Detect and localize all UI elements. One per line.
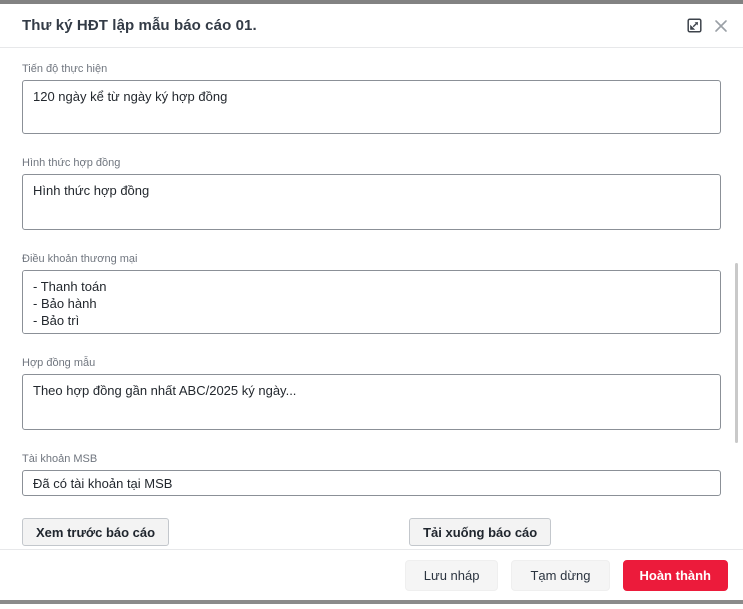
report-modal: Thư ký HĐT lập mẫu báo cáo 01. Tiến độ t… xyxy=(0,4,743,600)
field-commercial-terms: Điều khoản thương mại - Thanh toán - Bảo… xyxy=(22,252,721,334)
background-page-bottom-strip xyxy=(0,600,743,604)
field-commercial-terms-textarea[interactable]: - Thanh toán - Bảo hành - Bảo trì xyxy=(22,270,721,334)
modal-footer: Lưu nháp Tạm dừng Hoàn thành xyxy=(0,549,743,600)
download-report-button[interactable]: Tải xuống báo cáo xyxy=(409,518,551,546)
field-progress-textarea[interactable]: 120 ngày kể từ ngày ký hợp đồng xyxy=(22,80,721,134)
field-contract-form-label: Hình thức hợp đồng xyxy=(22,156,721,170)
modal-header-icons xyxy=(686,18,729,34)
field-contract-template: Hợp đồng mẫu Theo hợp đồng gần nhất ABC/… xyxy=(22,356,721,430)
field-msb-account: Tài khoản MSB xyxy=(22,452,721,496)
field-contract-form: Hình thức hợp đồng Hình thức hợp đồng xyxy=(22,156,721,230)
report-action-row: Xem trước báo cáo Tải xuống báo cáo xyxy=(22,518,721,546)
field-progress-label: Tiến độ thực hiện xyxy=(22,62,721,76)
field-msb-account-input[interactable] xyxy=(22,470,721,496)
complete-button[interactable]: Hoàn thành xyxy=(623,560,729,591)
save-draft-button[interactable]: Lưu nháp xyxy=(405,560,499,591)
modal-body: Tiến độ thực hiện 120 ngày kể từ ngày ký… xyxy=(0,48,743,549)
field-progress: Tiến độ thực hiện 120 ngày kể từ ngày ký… xyxy=(22,62,721,134)
field-contract-form-textarea[interactable]: Hình thức hợp đồng xyxy=(22,174,721,230)
field-msb-account-label: Tài khoản MSB xyxy=(22,452,721,466)
field-contract-template-textarea[interactable]: Theo hợp đồng gần nhất ABC/2025 ký ngày.… xyxy=(22,374,721,430)
modal-title: Thư ký HĐT lập mẫu báo cáo 01. xyxy=(22,17,686,34)
expand-icon[interactable] xyxy=(686,18,702,34)
expand-icon-glyph xyxy=(687,18,702,33)
pause-button[interactable]: Tạm dừng xyxy=(511,560,609,591)
close-icon[interactable] xyxy=(713,18,729,34)
vertical-scrollbar-thumb[interactable] xyxy=(735,263,738,443)
field-commercial-terms-label: Điều khoản thương mại xyxy=(22,252,721,266)
modal-header: Thư ký HĐT lập mẫu báo cáo 01. xyxy=(0,4,743,48)
field-contract-template-label: Hợp đồng mẫu xyxy=(22,356,721,370)
preview-report-button[interactable]: Xem trước báo cáo xyxy=(22,518,169,546)
close-icon-glyph xyxy=(714,19,728,33)
